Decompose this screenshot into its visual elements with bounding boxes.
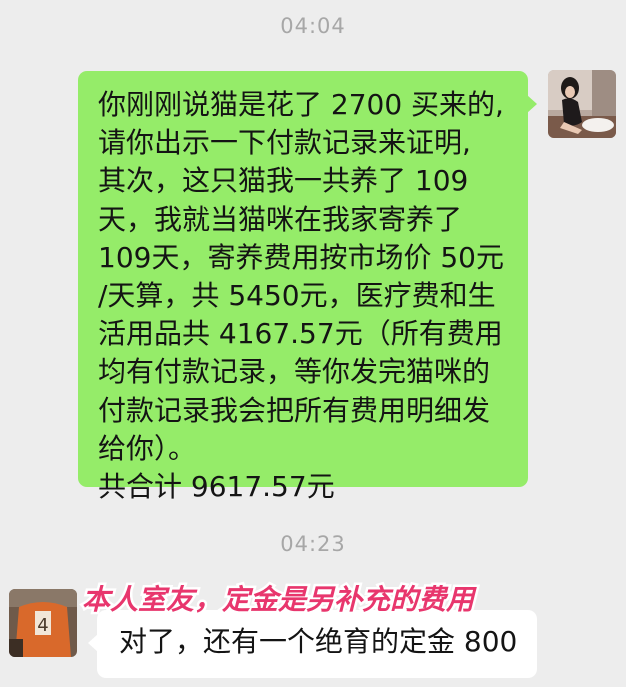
message-line: 你刚刚说猫是花了 2700 买来的, <box>98 88 504 121</box>
message-line: 均有付款记录，等你发完猫咪的 <box>98 355 491 389</box>
message-line: 活用品共 4167.57元（所有费用 <box>98 317 503 351</box>
user-avatar-icon <box>548 70 616 138</box>
outgoing-message-bubble[interactable]: 你刚刚说猫是花了 2700 买来的, 请你出示一下付款记录来证明, 其次，这只猫… <box>78 71 537 503</box>
message-line: 请你出示一下付款记录来证明, <box>98 126 471 160</box>
incoming-message-bubble[interactable]: 对了，还有一个绝育的定金 800 <box>88 610 537 678</box>
contact-avatar[interactable]: 4 <box>9 589 77 657</box>
svg-text:4: 4 <box>37 615 48 636</box>
timestamp: 04:23 <box>280 532 346 556</box>
message-line: 109天，寄养费用按市场价 50元 <box>98 240 504 274</box>
timestamp: 04:04 <box>280 14 346 38</box>
chat-screen: 04:04 你刚刚说猫是花了 2700 买来的, 请你出示一下付款记录来证明, … <box>0 0 626 687</box>
message-line: /天算，共 5450元，医疗费和生 <box>98 279 496 313</box>
overlay-annotation-text: 本人室友，定金是另补充的费用 <box>79 581 476 619</box>
my-avatar[interactable] <box>548 70 616 138</box>
user-avatar-icon: 4 <box>9 589 77 657</box>
message-line: 天，我就当猫咪在我家寄养了 <box>98 202 463 236</box>
message-line: 给你）。 <box>98 431 197 465</box>
message-line: 共合计 9617.57元 <box>98 470 335 504</box>
incoming-message-text: 对了，还有一个绝育的定金 800 <box>119 625 518 658</box>
message-line: 其次，这只猫我一共养了 109 <box>98 164 469 198</box>
message-line: 付款记录我会把所有费用明细发 <box>98 393 491 427</box>
outgoing-message-text: 你刚刚说猫是花了 2700 买来的, 请你出示一下付款记录来证明, 其次，这只猫… <box>98 86 518 506</box>
